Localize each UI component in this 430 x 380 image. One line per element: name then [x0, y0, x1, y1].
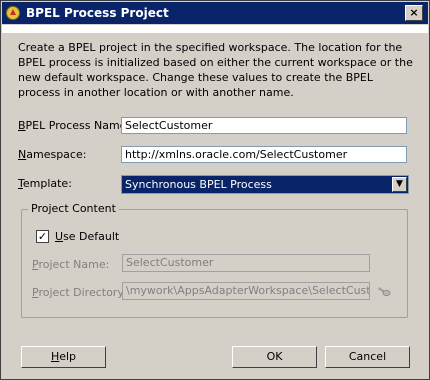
- header-band: [2, 25, 428, 33]
- project-directory-label: Project Directory:: [32, 286, 127, 299]
- flashlight-browse-icon: [378, 287, 391, 296]
- project-directory-input: \mywork\AppsAdapterWorkspace\SelectCusto…: [122, 282, 370, 300]
- close-button[interactable]: ×: [405, 5, 423, 21]
- title-bar[interactable]: BPEL Process Project ×: [2, 2, 428, 24]
- chevron-down-icon[interactable]: ▼: [392, 177, 407, 192]
- ok-button[interactable]: OK: [232, 346, 317, 368]
- dialog-title: BPEL Process Project: [26, 6, 169, 20]
- project-content-title: Project Content: [28, 202, 119, 215]
- use-default-label[interactable]: Use Default: [55, 230, 119, 243]
- project-name-label: Project Name:: [32, 258, 110, 271]
- bpel-app-icon: [6, 6, 20, 20]
- cancel-button[interactable]: Cancel: [325, 346, 410, 368]
- namespace-input[interactable]: http://xmlns.oracle.com/SelectCustomer: [121, 146, 407, 163]
- template-label: Template:: [18, 177, 72, 190]
- help-button[interactable]: Help: [21, 346, 106, 368]
- namespace-label: Namespace:: [18, 148, 87, 161]
- template-selected-value: Synchronous BPEL Process: [125, 178, 272, 191]
- template-select[interactable]: Synchronous BPEL Process ▼: [121, 175, 409, 194]
- project-content-group: Project Content ✓ Use Default Project Na…: [21, 202, 408, 318]
- process-name-input[interactable]: SelectCustomer: [121, 117, 407, 134]
- process-name-label: BPEL Process Name:: [18, 119, 131, 132]
- use-default-checkbox[interactable]: ✓: [36, 230, 49, 243]
- description-text: Create a BPEL project in the specified w…: [18, 41, 413, 99]
- project-name-input: SelectCustomer: [122, 254, 370, 272]
- bpel-process-project-dialog: BPEL Process Project × Create a BPEL pro…: [0, 0, 430, 380]
